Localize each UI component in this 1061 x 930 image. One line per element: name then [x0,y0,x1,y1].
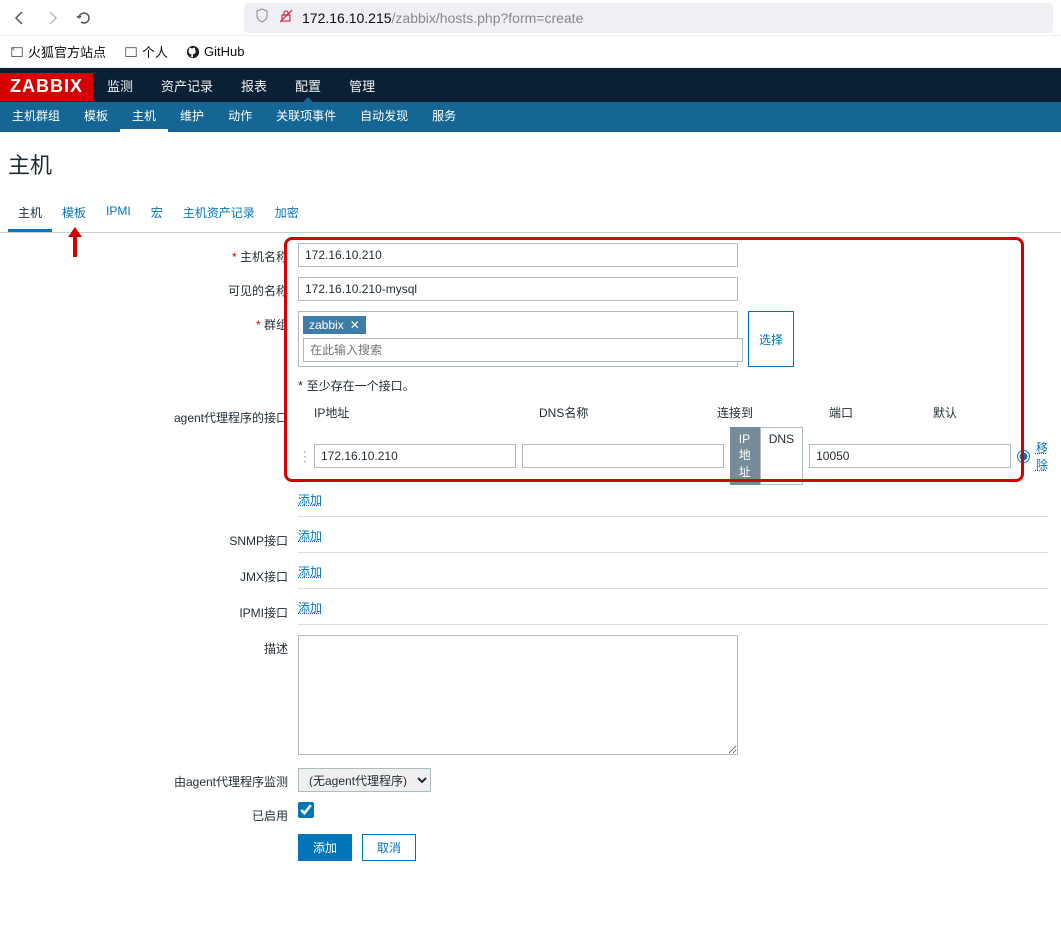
submenu-discovery[interactable]: 自动发现 [348,102,420,132]
submit-button[interactable]: 添加 [298,834,352,861]
forward-button[interactable] [40,6,64,30]
form-tabs: 主机 模板 IPMI 宏 主机资产记录 加密 [0,196,1061,233]
shield-icon [254,8,270,27]
submenu-hostgroups[interactable]: 主机群组 [0,102,72,132]
connect-ip-button[interactable]: IP地址 [730,427,760,485]
agent-iface-row: ⋮⋮ IP地址 DNS 移除 [298,427,1048,485]
submenu-services[interactable]: 服务 [420,102,468,132]
ipmi-iface-label: IPMI接口 [8,599,298,621]
zabbix-logo[interactable]: ZABBIX [0,73,93,101]
connect-dns-button[interactable]: DNS [760,427,803,485]
menu-configuration[interactable]: 配置 [281,68,335,102]
bookmark-personal[interactable]: 个人 [124,42,168,61]
reload-button[interactable] [72,6,96,30]
submenu-maintenance[interactable]: 维护 [168,102,216,132]
browser-toolbar: 172.16.10.215/zabbix/hosts.php?form=crea… [0,0,1061,36]
groups-multiselect[interactable]: zabbix✕ [298,311,738,367]
bookmark-firefox[interactable]: 火狐官方站点 [10,42,106,61]
agent-remove-link[interactable]: 移除 [1036,439,1048,473]
menu-monitoring[interactable]: 监测 [93,68,147,102]
iface-header-port: 端口 [829,404,933,421]
tab-host[interactable]: 主机 [8,196,52,232]
proxy-select[interactable]: (无agent代理程序) [298,768,431,792]
jmx-add-link[interactable]: 添加 [298,565,322,579]
drag-handle-icon[interactable]: ⋮⋮ [298,448,308,465]
main-menu: 监测 资产记录 报表 配置 管理 [93,68,389,102]
submenu-templates[interactable]: 模板 [72,102,120,132]
jmx-iface-label: JMX接口 [8,563,298,585]
page-title-bar: 主机 [0,132,1061,196]
tab-encryption[interactable]: 加密 [265,196,309,232]
tab-inventory[interactable]: 主机资产记录 [173,196,265,232]
enabled-checkbox[interactable] [298,802,314,818]
lock-slash-icon [278,8,294,27]
menu-reports[interactable]: 报表 [227,68,281,102]
group-tag-zabbix[interactable]: zabbix✕ [303,316,366,334]
bookmark-bar: 火狐官方站点 个人 GitHub [0,36,1061,68]
page-title: 主机 [8,148,1053,180]
ipmi-add-link[interactable]: 添加 [298,601,322,615]
snmp-iface-label: SNMP接口 [8,527,298,549]
menu-administration[interactable]: 管理 [335,68,389,102]
agent-ip-input[interactable] [314,444,516,468]
tab-macros[interactable]: 宏 [141,196,173,232]
zabbix-header: ZABBIX 监测 资产记录 报表 配置 管理 [0,68,1061,102]
enabled-label: 已启用 [8,802,298,824]
iface-header-dns: DNS名称 [539,404,717,421]
submenu-correlation[interactable]: 关联项事件 [264,102,348,132]
tab-ipmi[interactable]: IPMI [96,196,141,232]
agent-dns-input[interactable] [522,444,724,468]
url-text: 172.16.10.215/zabbix/hosts.php?form=crea… [302,10,583,26]
agent-default-radio[interactable] [1017,450,1030,463]
iface-header: IP地址 DNS名称 连接到 端口 默认 [298,404,1048,421]
iface-header-default: 默认 [933,404,957,421]
agent-port-input[interactable] [809,444,1011,468]
agent-iface-label: agent代理程序的接口 [8,404,298,426]
sub-menu: 主机群组 模板 主机 维护 动作 关联项事件 自动发现 服务 [0,102,1061,132]
select-groups-button[interactable]: 选择 [748,311,794,367]
iface-header-connect: 连接到 [717,404,829,421]
interface-required-text: 至少存在一个接口。 [307,379,415,393]
hostname-label: * 主机名称 [8,243,298,265]
hostname-input[interactable] [298,243,738,267]
connect-to-toggle: IP地址 DNS [730,427,803,485]
visiblename-label: 可见的名称 [8,277,298,299]
form-container: * 主机名称 可见的名称 * 群组 zabbix✕ 选择 * 至少存在一个接口。… [0,233,1061,901]
iface-header-ip: IP地址 [314,404,539,421]
url-bar[interactable]: 172.16.10.215/zabbix/hosts.php?form=crea… [244,3,1053,33]
groups-label: * 群组 [8,311,298,333]
proxy-label: 由agent代理程序监测 [8,768,298,790]
snmp-add-link[interactable]: 添加 [298,529,322,543]
description-textarea[interactable] [298,635,738,755]
close-icon[interactable]: ✕ [350,318,360,332]
description-label: 描述 [8,635,298,657]
visiblename-input[interactable] [298,277,738,301]
cancel-button[interactable]: 取消 [362,834,416,861]
bookmark-github[interactable]: GitHub [186,44,244,59]
agent-add-link[interactable]: 添加 [298,493,322,507]
back-button[interactable] [8,6,32,30]
submenu-actions[interactable]: 动作 [216,102,264,132]
form-footer: 添加 取消 [298,834,1053,861]
menu-inventory[interactable]: 资产记录 [147,68,227,102]
submenu-hosts[interactable]: 主机 [120,102,168,132]
groups-search-input[interactable] [303,338,743,362]
